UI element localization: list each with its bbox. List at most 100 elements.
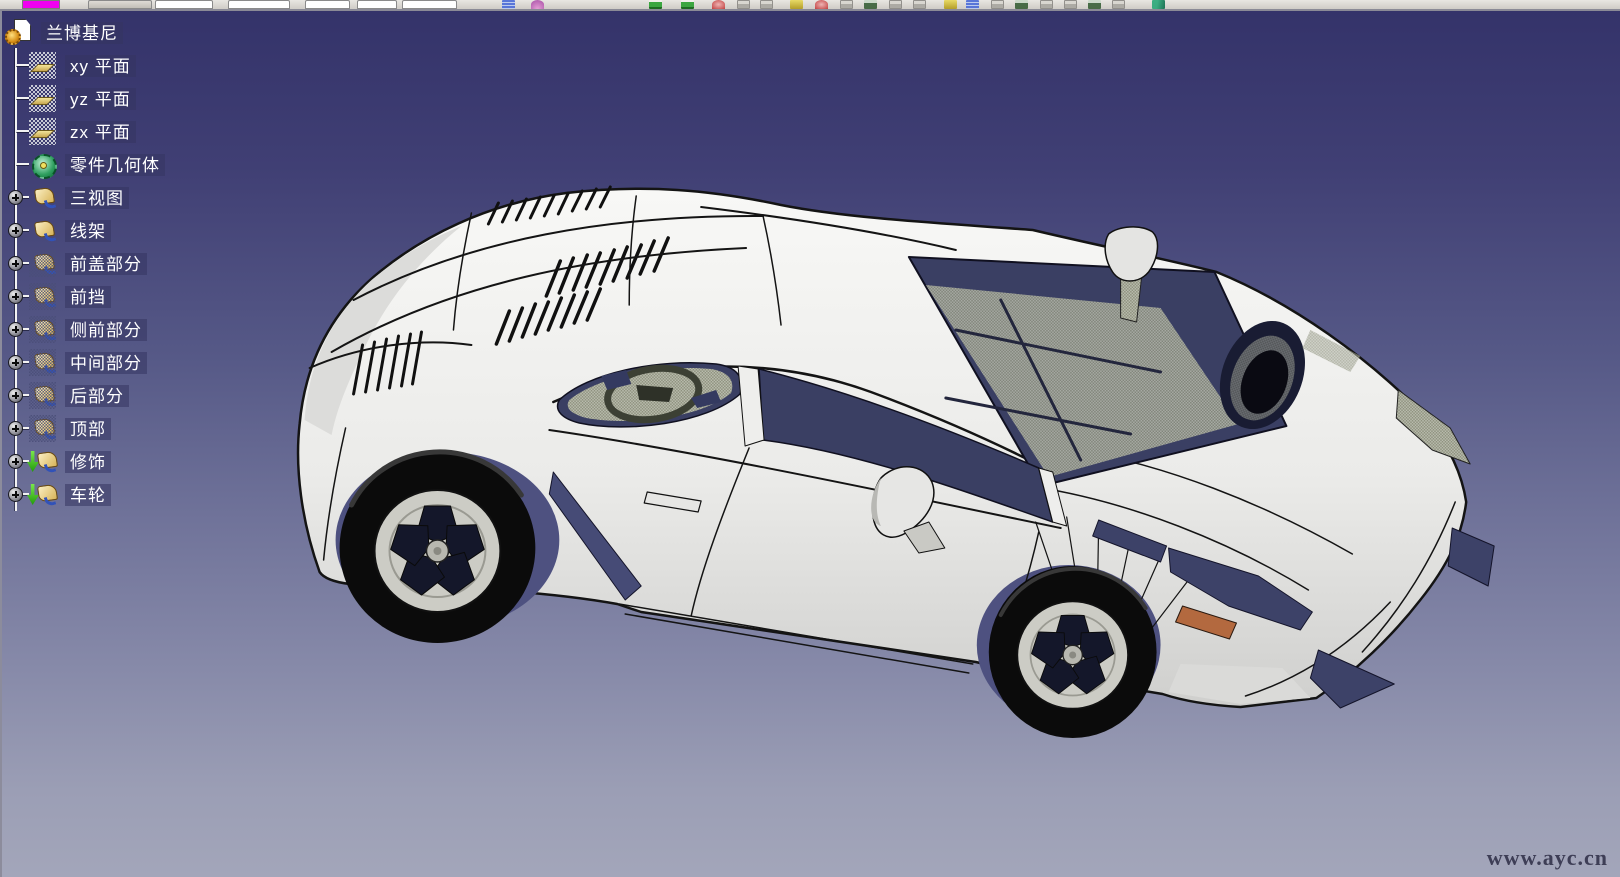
- expand-icon[interactable]: [8, 421, 23, 436]
- car-model-canvas[interactable]: [2, 11, 1620, 877]
- toolbar-icon-fragment[interactable]: [864, 0, 877, 9]
- expand-icon[interactable]: [8, 256, 23, 271]
- toolbar-icon-fragment[interactable]: [913, 0, 926, 9]
- toolbar-icon-fragment[interactable]: [1015, 0, 1028, 9]
- expand-icon[interactable]: [8, 355, 23, 370]
- plane-icon[interactable]: [29, 118, 56, 145]
- tree-node-side-front[interactable]: 侧前部分: [5, 313, 165, 346]
- tree-node-label[interactable]: 兰博基尼: [41, 22, 123, 44]
- plane-icon[interactable]: [29, 52, 56, 79]
- hidden-overlay: [29, 415, 56, 442]
- hidden-overlay: [29, 283, 56, 310]
- front-wheel[interactable]: [989, 566, 1157, 738]
- tree-node-label[interactable]: 线架: [65, 220, 111, 242]
- toolbar-icon-fragment[interactable]: [502, 0, 515, 9]
- toolbar-icon-fragment[interactable]: [840, 0, 853, 9]
- toolbar-icon-fragment[interactable]: [737, 0, 750, 9]
- toolbar-icon-fragment[interactable]: [649, 0, 662, 9]
- geometrical-set-hidden-icon[interactable]: [29, 250, 56, 277]
- part-body-icon[interactable]: [29, 151, 56, 178]
- top-toolbar: [0, 0, 1620, 11]
- tree-node-top[interactable]: 顶部: [5, 412, 165, 445]
- hidden-overlay: [29, 382, 56, 409]
- hidden-overlay: [29, 250, 56, 277]
- toolbar-icon-fragment[interactable]: [790, 0, 803, 9]
- geometrical-set-hidden-icon[interactable]: [29, 316, 56, 343]
- tree-node-zx-plane[interactable]: zx 平面: [5, 115, 165, 148]
- geometrical-set-icon[interactable]: [29, 184, 56, 211]
- toolbar-icon-fragment[interactable]: [966, 0, 979, 9]
- tree-node-windshield[interactable]: 前挡: [5, 280, 165, 313]
- expand-icon[interactable]: [8, 487, 23, 502]
- toolbar-icon-fragment[interactable]: [1112, 0, 1125, 9]
- geometrical-set-arrow-icon[interactable]: [29, 448, 56, 475]
- toolbar-icon-fragment[interactable]: [1088, 0, 1101, 9]
- toolbar-icon-fragment[interactable]: [1040, 0, 1053, 9]
- tree-node-xy-plane[interactable]: xy 平面: [5, 49, 165, 82]
- combo-field[interactable]: [228, 0, 290, 9]
- tree-node-label[interactable]: 侧前部分: [65, 319, 147, 341]
- rear-wheel[interactable]: [340, 452, 536, 643]
- tree-node-partbody[interactable]: 零件几何体: [5, 148, 165, 181]
- combo-field[interactable]: [357, 0, 397, 9]
- combo-field[interactable]: [155, 0, 213, 9]
- tree-node-label[interactable]: 后部分: [65, 385, 129, 407]
- tree-node-rear[interactable]: 后部分: [5, 379, 165, 412]
- front-bumper-intake-right[interactable]: [1448, 528, 1494, 586]
- tree-node-label[interactable]: 中间部分: [65, 352, 147, 374]
- toolbar-icon-fragment[interactable]: [991, 0, 1004, 9]
- toolbar-icon-fragment[interactable]: [944, 0, 957, 9]
- view-mode-combo[interactable]: [88, 0, 152, 9]
- geometrical-set-arrow-icon[interactable]: [29, 481, 56, 508]
- tree-node-middle[interactable]: 中间部分: [5, 346, 165, 379]
- tree-node-label[interactable]: zx 平面: [65, 121, 136, 143]
- expand-icon[interactable]: [8, 322, 23, 337]
- car-model[interactable]: [298, 187, 1494, 738]
- geometrical-set-hidden-icon[interactable]: [29, 382, 56, 409]
- expand-icon[interactable]: [8, 190, 23, 205]
- tree-node-label[interactable]: 前盖部分: [65, 253, 147, 275]
- expand-icon[interactable]: [8, 289, 23, 304]
- tree-node-label[interactable]: 三视图: [65, 187, 129, 209]
- combo-field[interactable]: [402, 0, 457, 9]
- tree-node-label[interactable]: 修饰: [65, 451, 111, 473]
- tree-node-three-views[interactable]: 三视图: [5, 181, 165, 214]
- tree-node-label[interactable]: 车轮: [65, 484, 111, 506]
- toolbar-icon-fragment[interactable]: [681, 0, 694, 9]
- geometrical-set-hidden-icon[interactable]: [29, 349, 56, 376]
- expand-icon[interactable]: [8, 388, 23, 403]
- toolbar-icon-fragment[interactable]: [531, 0, 544, 9]
- tree-node-front-cover[interactable]: 前盖部分: [5, 247, 165, 280]
- tree-node-yz-plane[interactable]: yz 平面: [5, 82, 165, 115]
- tree-node-root[interactable]: 兰博基尼: [5, 16, 165, 49]
- gear-shape: [5, 29, 21, 45]
- watermark: www.ayc.cn: [1487, 845, 1608, 871]
- tree-node-wireframe[interactable]: 线架: [5, 214, 165, 247]
- tree-node-label[interactable]: 零件几何体: [65, 154, 165, 176]
- toolbar-icon-fragment[interactable]: [815, 0, 828, 9]
- tree-node-label[interactable]: 前挡: [65, 286, 111, 308]
- tree-node-trim[interactable]: 修饰: [5, 445, 165, 478]
- toolbar-icon-fragment[interactable]: [760, 0, 773, 9]
- hidden-overlay: [29, 316, 56, 343]
- 3d-viewport[interactable]: 兰博基尼 xy 平面 yz 平面 zx 平面 零件几何体 三视图: [0, 11, 1620, 877]
- geometrical-set-hidden-icon[interactable]: [29, 415, 56, 442]
- geometrical-set-icon[interactable]: [29, 217, 56, 244]
- part-icon[interactable]: [5, 19, 32, 46]
- combo-field[interactable]: [305, 0, 350, 9]
- feature-tree: 兰博基尼 xy 平面 yz 平面 zx 平面 零件几何体 三视图: [5, 16, 165, 511]
- geometrical-set-hidden-icon[interactable]: [29, 283, 56, 310]
- color-swatch[interactable]: [22, 0, 60, 9]
- tree-node-label[interactable]: 顶部: [65, 418, 111, 440]
- hidden-overlay: [29, 349, 56, 376]
- tree-node-label[interactable]: yz 平面: [65, 88, 136, 110]
- toolbar-icon-fragment[interactable]: [889, 0, 902, 9]
- toolbar-icon-fragment[interactable]: [1064, 0, 1077, 9]
- toolbar-icon-fragment[interactable]: [1152, 0, 1165, 9]
- plane-icon[interactable]: [29, 85, 56, 112]
- expand-icon[interactable]: [8, 223, 23, 238]
- tree-node-wheels[interactable]: 车轮: [5, 478, 165, 511]
- toolbar-icon-fragment[interactable]: [712, 0, 725, 9]
- expand-icon[interactable]: [8, 454, 23, 469]
- tree-node-label[interactable]: xy 平面: [65, 55, 136, 77]
